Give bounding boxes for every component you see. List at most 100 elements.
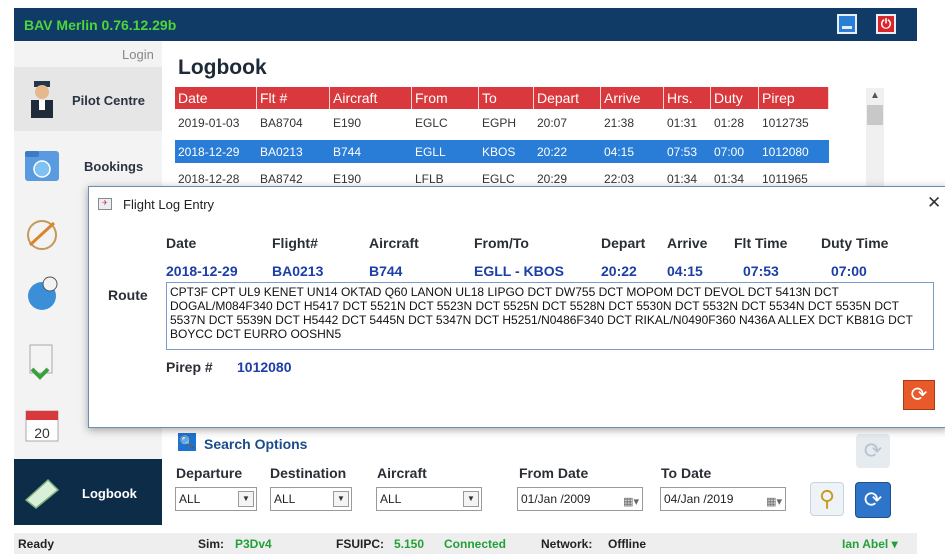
column-header[interactable]: Aircraft: [330, 87, 412, 109]
column-header[interactable]: Pirep: [759, 87, 829, 109]
logbook-icon: [24, 478, 60, 509]
search-options-link[interactable]: Search Options: [204, 436, 307, 452]
flight-header: Flight#: [272, 235, 318, 251]
duty-time-header: Duty Time: [821, 235, 889, 251]
aircraft-value: ALL: [380, 492, 402, 506]
connection-status: Connected: [444, 537, 507, 551]
arrive-value: 04:15: [667, 263, 703, 279]
refresh-button[interactable]: ⟳: [855, 482, 891, 518]
table-cell: E190: [333, 115, 362, 130]
chevron-up-icon[interactable]: ▲: [866, 88, 884, 104]
table-cell: BA0213: [260, 144, 303, 159]
calendar-dropdown-icon[interactable]: ▦▾: [766, 491, 782, 513]
table-cell: EGPH: [482, 115, 517, 130]
login-link[interactable]: Login: [122, 47, 154, 62]
table-cell: KBOS: [482, 144, 516, 159]
sidebar-item-label: Pilot Centre: [72, 93, 145, 108]
table-cell: 07:00: [714, 144, 745, 159]
to-date-value: 04/Jan /2019: [664, 492, 734, 506]
calendar-icon[interactable]: 20: [22, 405, 62, 445]
flt-time-header: Flt Time: [734, 235, 788, 251]
depart-header: Depart: [601, 235, 646, 251]
search-icon[interactable]: 🔍: [178, 433, 196, 451]
chevron-down-icon[interactable]: ▼: [238, 491, 254, 507]
aircraft-select[interactable]: ALL ▼: [376, 487, 482, 511]
column-header[interactable]: Arrive: [601, 87, 664, 109]
flt-time-value: 07:53: [743, 263, 779, 279]
sidebar-item-pilot-centre[interactable]: Pilot Centre: [14, 67, 162, 131]
power-icon[interactable]: ⏻: [876, 14, 896, 34]
network-status: Offline: [608, 537, 646, 551]
table-row-selected[interactable]: 2018-12-29 BA0213 B744 EGLL KBOS 20:22 0…: [175, 140, 829, 163]
sim-label: Sim:: [198, 537, 225, 551]
pilot-icon: [31, 81, 53, 118]
status-bar: Ready Sim: P3Dv4 FSUIPC: 5.150 Connected…: [14, 533, 917, 554]
dialog-titlebar: ✈ Flight Log Entry ✕: [89, 187, 945, 221]
sidebar-item-label: Bookings: [84, 159, 144, 174]
column-header[interactable]: Flt #: [257, 87, 330, 109]
table-cell: 21:38: [604, 115, 635, 130]
column-header[interactable]: Hrs.: [664, 87, 711, 109]
sim-value: P3Dv4: [235, 537, 272, 551]
table-cell: 20:07: [537, 115, 568, 130]
departure-value: ALL: [179, 492, 201, 506]
to-date-label: To Date: [661, 465, 712, 481]
aircraft-value: B744: [369, 263, 403, 279]
fsuipc-label: FSUIPC:: [336, 537, 384, 551]
column-header[interactable]: To: [479, 87, 534, 109]
column-header[interactable]: From: [412, 87, 479, 109]
table-scrollbar[interactable]: ▲: [866, 88, 884, 193]
destination-value: ALL: [274, 492, 296, 506]
column-header[interactable]: Depart: [534, 87, 601, 109]
globe-clock-icon[interactable]: [22, 274, 62, 314]
chevron-down-icon[interactable]: ▼: [463, 491, 479, 507]
route-textarea[interactable]: CPT3F CPT UL9 KENET UN14 OKTAD Q60 LANON…: [166, 282, 934, 350]
refresh-icon[interactable]: ⟳: [856, 434, 890, 468]
from-date-label: From Date: [519, 465, 589, 481]
column-header[interactable]: Date: [175, 87, 257, 109]
table-row[interactable]: 2019-01-03 BA8704 E190 EGLC EGPH 20:07 2…: [175, 111, 829, 134]
date-header: Date: [166, 235, 197, 251]
user-menu[interactable]: Ian Abel ▾: [842, 537, 898, 551]
pirep-value: 1012080: [237, 359, 292, 375]
close-icon[interactable]: ✕: [927, 193, 941, 213]
logbook-table: Date Flt # Aircraft From To Depart Arriv…: [175, 87, 829, 190]
duty-time-value: 07:00: [831, 263, 867, 279]
user-name: Ian Abel: [842, 537, 889, 551]
table-cell: EGLL: [415, 144, 446, 159]
departure-select[interactable]: ALL ▼: [175, 487, 257, 511]
chevron-down-icon[interactable]: ▼: [333, 491, 349, 507]
table-cell: 04:15: [604, 144, 635, 159]
search-button[interactable]: ⚲: [810, 482, 844, 516]
table-cell: 01:28: [714, 115, 745, 130]
table-cell: BA8704: [260, 115, 303, 130]
minimize-button[interactable]: [837, 14, 857, 34]
pirep-label: Pirep #: [166, 359, 213, 375]
table-cell: 01:31: [667, 115, 698, 130]
column-header[interactable]: Duty: [711, 87, 759, 109]
table-header-row: Date Flt # Aircraft From To Depart Arriv…: [175, 87, 829, 109]
svg-text:20: 20: [34, 425, 50, 441]
compass-icon[interactable]: [22, 213, 62, 253]
page-title: Logbook: [178, 56, 267, 79]
dialog-title: Flight Log Entry: [123, 197, 215, 212]
destination-select[interactable]: ALL ▼: [270, 487, 352, 511]
destination-label: Destination: [270, 465, 347, 481]
date-value: 2018-12-29: [166, 263, 238, 279]
aircraft-label: Aircraft: [377, 465, 427, 481]
app-title: BAV Merlin 0.76.12.29b: [24, 17, 177, 33]
flight-log-entry-dialog: ✈ Flight Log Entry ✕ Date Flight# Aircra…: [88, 186, 945, 428]
table-cell: 07:53: [667, 144, 698, 159]
sidebar-item-logbook[interactable]: Logbook: [14, 459, 162, 525]
refresh-button[interactable]: ⟳: [903, 380, 935, 410]
route-label: Route: [108, 287, 148, 303]
calendar-dropdown-icon[interactable]: ▦▾: [623, 491, 639, 513]
to-date-picker[interactable]: 04/Jan /2019 ▦▾: [660, 487, 786, 511]
aircraft-header: Aircraft: [369, 235, 419, 251]
scrollbar-thumb[interactable]: [867, 105, 883, 125]
table-cell: 20:22: [537, 144, 568, 159]
folder-globe-icon: [25, 151, 59, 181]
document-download-icon[interactable]: [22, 341, 62, 381]
from-date-picker[interactable]: 01/Jan /2009 ▦▾: [517, 487, 643, 511]
depart-value: 20:22: [601, 263, 637, 279]
